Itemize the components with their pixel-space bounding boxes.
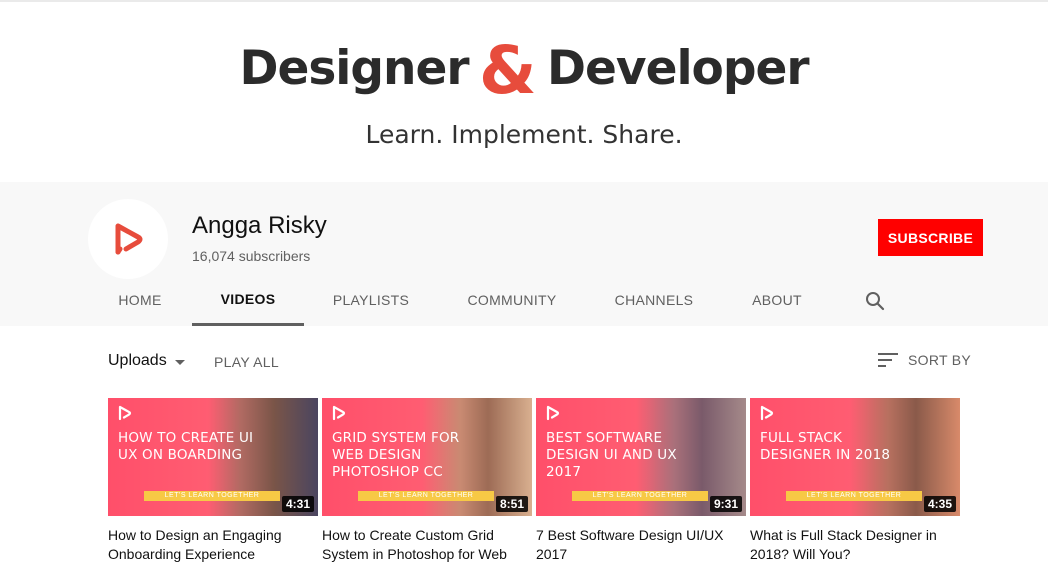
tab-videos[interactable]: VIDEOS <box>192 274 304 326</box>
play-logo-icon <box>115 223 143 255</box>
thumbnail-band: LET'S LEARN TOGETHER <box>786 491 922 501</box>
uploads-toolbar: Uploads PLAY ALL SORT BY <box>0 326 1048 396</box>
video-thumbnail[interactable]: BEST SOFTWARE DESIGN UI AND UX 2017 LET'… <box>536 398 746 516</box>
thumbnail-band: LET'S LEARN TOGETHER <box>358 491 494 501</box>
tab-about[interactable]: ABOUT <box>746 274 808 326</box>
video-duration: 9:31 <box>709 496 742 512</box>
channel-avatar[interactable] <box>88 199 168 279</box>
play-logo-icon <box>118 405 132 421</box>
subscriber-count: 16,074 subscribers <box>192 248 311 264</box>
video-duration: 8:51 <box>495 496 528 512</box>
banner-word-designer: Designer <box>239 41 469 96</box>
video-item[interactable]: BEST SOFTWARE DESIGN UI AND UX 2017 LET'… <box>536 398 746 564</box>
caret-down-icon <box>174 359 185 365</box>
banner-word-developer: Developer <box>547 41 810 96</box>
tab-home[interactable]: HOME <box>108 274 172 326</box>
video-thumbnail[interactable]: GRID SYSTEM FOR WEB DESIGN PHOTOSHOP CC … <box>322 398 532 516</box>
channel-tabs: HOME VIDEOS PLAYLISTS COMMUNITY CHANNELS… <box>0 274 1048 326</box>
channel-header: Angga Risky 16,074 subscribers SUBSCRIBE… <box>0 182 1048 326</box>
tab-community[interactable]: COMMUNITY <box>462 274 562 326</box>
play-logo-icon <box>760 405 774 421</box>
thumbnail-text: GRID SYSTEM FOR WEB DESIGN PHOTOSHOP CC <box>332 430 460 480</box>
search-icon[interactable] <box>864 290 886 312</box>
uploads-dropdown[interactable]: Uploads <box>108 352 185 370</box>
thumbnail-band: LET'S LEARN TOGETHER <box>144 491 280 501</box>
uploads-dropdown-label: Uploads <box>108 352 167 369</box>
video-duration: 4:31 <box>281 496 314 512</box>
banner-title: Designer & Developer <box>0 30 1048 109</box>
video-item[interactable]: HOW TO CREATE UI UX ON BOARDING LET'S LE… <box>108 398 318 564</box>
video-title[interactable]: What is Full Stack Designer in 2018? Wil… <box>750 526 955 564</box>
tab-playlists[interactable]: PLAYLISTS <box>328 274 414 326</box>
video-thumbnail[interactable]: HOW TO CREATE UI UX ON BOARDING LET'S LE… <box>108 398 318 516</box>
sort-icon <box>878 353 898 367</box>
sort-by-button[interactable]: SORT BY <box>878 352 971 368</box>
video-item[interactable]: GRID SYSTEM FOR WEB DESIGN PHOTOSHOP CC … <box>322 398 532 564</box>
thumbnail-band: LET'S LEARN TOGETHER <box>572 491 708 501</box>
thumbnail-text: HOW TO CREATE UI UX ON BOARDING <box>118 430 254 463</box>
banner-ampersand: & <box>479 32 537 109</box>
video-thumbnail[interactable]: FULL STACK DESIGNER IN 2018 LET'S LEARN … <box>750 398 960 516</box>
sort-by-label: SORT BY <box>908 352 972 368</box>
video-title[interactable]: How to Design an Engaging Onboarding Exp… <box>108 526 313 564</box>
play-logo-icon <box>332 405 346 421</box>
play-all-button[interactable]: PLAY ALL <box>214 354 279 370</box>
banner-tagline: Learn. Implement. Share. <box>365 120 683 149</box>
video-item[interactable]: FULL STACK DESIGNER IN 2018 LET'S LEARN … <box>750 398 960 564</box>
channel-banner: Designer & Developer Learn. Implement. S… <box>0 0 1048 182</box>
play-logo-icon <box>546 405 560 421</box>
channel-name[interactable]: Angga Risky <box>192 212 327 240</box>
video-title[interactable]: How to Create Custom Grid System in Phot… <box>322 526 527 564</box>
thumbnail-text: BEST SOFTWARE DESIGN UI AND UX 2017 <box>546 430 677 480</box>
thumbnail-text: FULL STACK DESIGNER IN 2018 <box>760 430 891 463</box>
subscribe-button[interactable]: SUBSCRIBE <box>878 219 983 256</box>
tab-channels[interactable]: CHANNELS <box>610 274 698 326</box>
video-title[interactable]: 7 Best Software Design UI/UX 2017 <box>536 526 741 564</box>
video-duration: 4:35 <box>923 496 956 512</box>
